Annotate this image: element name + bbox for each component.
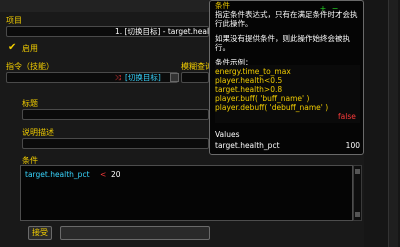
tooltip-title: 条件 xyxy=(215,1,230,10)
values-key: target.health_pct xyxy=(215,141,280,150)
description-label: 说明描述 xyxy=(22,128,54,137)
accept-button[interactable]: 接受 xyxy=(28,226,52,240)
condition-tooltip: 条件 + − 指定条件表达式，只有在满足条件时才会执 行此操作。 如果没有提供条… xyxy=(209,0,364,155)
item-value: 1. [切换目标] - target.heal xyxy=(115,27,210,36)
scroll-down-icon[interactable] xyxy=(355,212,360,217)
enabled-checkbox[interactable]: ✔ xyxy=(8,43,18,53)
values-label: Values xyxy=(215,130,240,139)
scroll-up-icon[interactable] xyxy=(355,169,360,174)
values-row: target.health_pct 100 xyxy=(215,141,360,150)
example-item: energy.time_to_max xyxy=(215,67,291,76)
tooltip-line1: 指定条件表达式，只有在满足条件时才会执 xyxy=(215,10,358,19)
example-item: player.buff( 'buff_name' ) xyxy=(215,94,310,103)
command-label: 指令（技能） xyxy=(6,62,54,71)
title-label: 标题 xyxy=(22,99,38,108)
example-item: target.health>0.8 xyxy=(215,85,283,94)
editor-scrollbar[interactable] xyxy=(353,165,362,221)
editor-toolbar-button[interactable] xyxy=(60,226,210,240)
item-dropdown[interactable]: 1. [切换目标] - target.heal xyxy=(6,26,209,37)
code-token-3: 20 xyxy=(111,170,121,179)
code-token-2: < xyxy=(100,170,107,179)
example-item: player.health<0.5 xyxy=(215,76,283,85)
tooltip-line3: 如果没有提供条件，则此操作始终会被执 xyxy=(215,34,350,43)
tooltip-line4: 行。 xyxy=(215,43,230,52)
code-token-1: target.health_pct xyxy=(25,170,90,179)
values-num: 100 xyxy=(345,141,360,150)
command-dropdown[interactable]: ⤨ [切换目标] xyxy=(6,72,178,83)
example-item: player.debuff( 'debuff_name' ) xyxy=(215,103,329,112)
swap-icon: ⤨ xyxy=(115,73,121,82)
false-label: false xyxy=(338,112,356,121)
panel-scrollbar[interactable] xyxy=(388,0,398,247)
enabled-label: 启用 xyxy=(22,44,38,53)
condition-editor[interactable]: target.health_pct < 20 xyxy=(20,165,353,221)
command-value: [切换目标] xyxy=(125,73,161,82)
description-input[interactable] xyxy=(22,138,209,149)
command-dropdown-button[interactable] xyxy=(170,73,179,82)
tooltip-line2: 行此操作。 xyxy=(215,19,253,28)
options-panel: 项目 1. [切换目标] - target.heal ✔ 启用 指令（技能） ⤨… xyxy=(0,0,400,247)
item-label: 项目 xyxy=(6,16,22,25)
fuzzy-input[interactable] xyxy=(181,72,209,83)
title-input[interactable] xyxy=(22,109,209,120)
